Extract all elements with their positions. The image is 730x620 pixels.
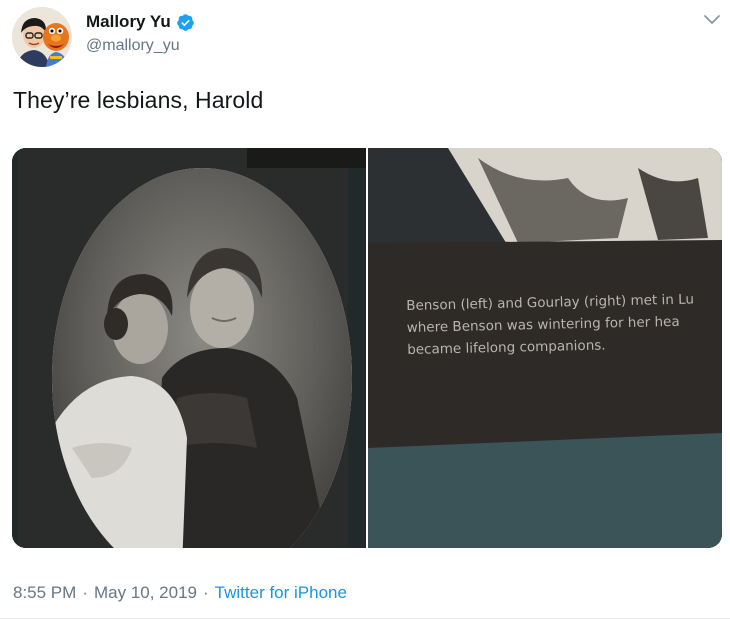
placard-caption: Benson (left) and Gourlay (right) met in… [406,289,722,362]
tweet-time[interactable]: 8:55 PM [13,583,76,603]
chevron-down-icon[interactable] [703,14,721,26]
avatar-image [12,7,72,67]
media-photo-right[interactable]: Benson (left) and Gourlay (right) met in… [368,148,722,548]
tweet-source-link[interactable]: Twitter for iPhone [215,583,347,603]
divider [0,618,730,619]
tweet-date[interactable]: May 10, 2019 [94,583,197,603]
tweet-text: They’re lesbians, Harold [13,87,264,113]
user-handle[interactable]: @mallory_yu [86,37,195,55]
meta-separator: · [203,583,209,602]
display-name[interactable]: Mallory Yu [86,12,171,32]
meta-separator: · [82,583,88,602]
tweet-meta: 8:55 PM · May 10, 2019 · Twitter for iPh… [13,583,347,603]
tweet-media[interactable]: Benson (left) and Gourlay (right) met in… [12,148,722,548]
name-row: Mallory Yu [86,12,195,32]
media-photo-left[interactable] [12,148,366,548]
avatar[interactable] [12,7,72,67]
tweet-author[interactable]: Mallory Yu @mallory_yu [86,12,195,55]
vintage-portrait-image [12,148,366,548]
verified-badge-icon [176,13,194,31]
